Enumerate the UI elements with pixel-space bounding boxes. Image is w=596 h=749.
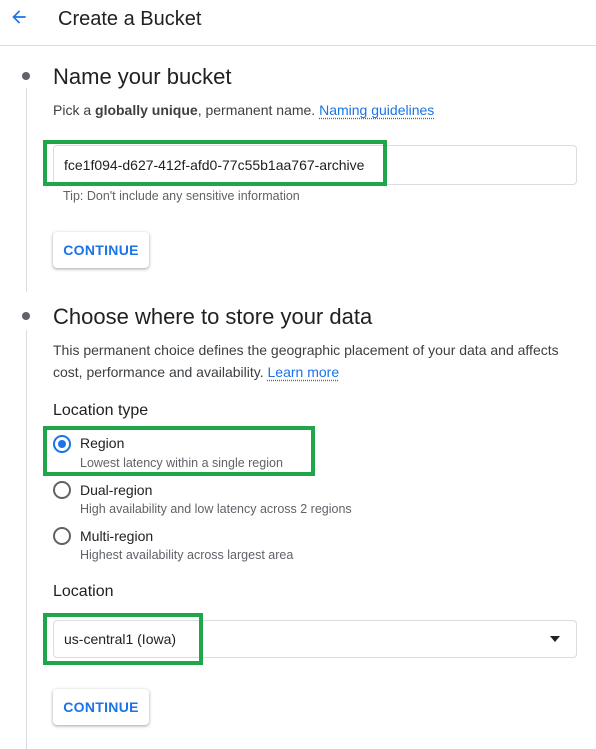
page-header: Create a Bucket [0, 0, 596, 46]
radio-region-description: Lowest latency within a single region [80, 456, 283, 470]
radio-multi-region[interactable] [53, 527, 71, 545]
location-select[interactable]: us-central1 (Iowa) [53, 620, 577, 658]
step-dot [22, 312, 30, 320]
dropdown-arrow-icon [550, 636, 560, 642]
radio-multi-region-description: Highest availability across largest area [80, 548, 294, 562]
storage-section-title: Choose where to store your data [53, 304, 373, 329]
step-rail [26, 330, 27, 749]
arrow-back-icon [9, 7, 29, 32]
step-rail [26, 88, 27, 292]
name-section-description: Pick a globally unique, permanent name. … [53, 102, 435, 118]
back-button[interactable] [4, 4, 34, 34]
bucket-name-tip: Tip: Don't include any sensitive informa… [63, 189, 300, 203]
page-title: Create a Bucket [58, 8, 202, 30]
naming-guidelines-link[interactable]: Naming guidelines [319, 102, 434, 118]
location-type-label: Location type [53, 402, 149, 419]
radio-region[interactable] [53, 435, 71, 453]
radio-region-label[interactable]: Region [80, 435, 124, 451]
continue-button[interactable]: CONTINUE [53, 689, 149, 725]
location-label: Location [53, 583, 114, 600]
step-dot [22, 72, 30, 80]
continue-button[interactable]: CONTINUE [53, 232, 149, 268]
learn-more-link[interactable]: Learn more [268, 364, 340, 380]
name-section-title: Name your bucket [53, 64, 232, 89]
radio-dual-region-description: High availability and low latency across… [80, 502, 352, 516]
radio-multi-region-label[interactable]: Multi-region [80, 528, 153, 544]
radio-dual-region[interactable] [53, 481, 71, 499]
location-selected-value: us-central1 (Iowa) [64, 631, 177, 647]
storage-section-description: This permanent choice defines the geogra… [53, 342, 559, 380]
bucket-name-input[interactable] [64, 146, 564, 184]
bucket-name-field[interactable] [53, 145, 577, 185]
radio-dual-region-label[interactable]: Dual-region [80, 482, 152, 498]
